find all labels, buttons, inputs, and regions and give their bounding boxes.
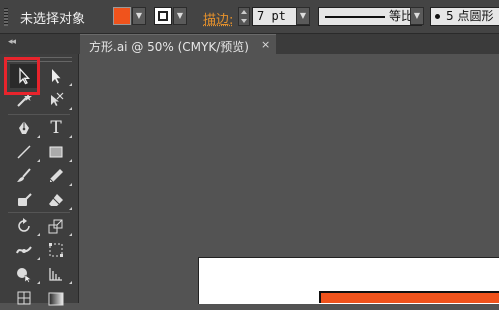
width-tool-button[interactable] — [10, 238, 40, 262]
profile-line-icon — [325, 16, 385, 18]
shape-builder-icon — [17, 268, 32, 283]
variable-width-profile-select[interactable]: 等比 — [318, 7, 422, 26]
brush-dot-icon — [435, 14, 440, 19]
magic-wand-icon — [17, 93, 32, 107]
stroke-weight-dropdown[interactable]: ▼ — [296, 7, 310, 25]
width-icon — [16, 246, 32, 254]
orange-rectangle-shape[interactable] — [319, 291, 499, 303]
tool-separator — [8, 212, 70, 213]
control-bar: 未选择对象 ▼ ▼ 描边: 7 pt ▼ 等比 ▼ 5 点圆形 — [0, 0, 499, 34]
direct-selection-tool-button[interactable] — [42, 64, 72, 88]
tools-panel-header[interactable] — [4, 57, 72, 62]
gradient-icon — [48, 292, 64, 306]
stroke-label-link[interactable]: 描边: — [203, 9, 233, 28]
eraser-tool-button[interactable] — [42, 188, 72, 212]
fill-color-swatch[interactable] — [113, 7, 131, 25]
rectangle-tool-button[interactable] — [42, 140, 72, 164]
pencil-tool-button[interactable] — [42, 164, 72, 188]
brush-label: 5 点圆形 — [446, 9, 494, 23]
stroke-dropdown-button[interactable]: ▼ — [173, 7, 187, 25]
document-tab-title: 方形.ai @ 50% (CMYK/预览) — [89, 40, 249, 54]
scale-tool-button[interactable] — [42, 214, 72, 238]
gradient-tool-button[interactable] — [42, 286, 70, 310]
collapse-panel-icon[interactable]: ◂◂ — [8, 37, 16, 47]
pencil-icon — [49, 169, 63, 183]
mesh-icon — [17, 291, 31, 305]
paintbrush-tool-button[interactable] — [10, 164, 38, 188]
line-segment-tool-button[interactable] — [10, 140, 40, 164]
stroke-weight-spinner[interactable] — [238, 7, 250, 26]
pen-nib-icon — [19, 121, 29, 134]
paintbrush-icon — [17, 168, 31, 182]
blob-brush-icon — [18, 193, 32, 206]
rotate-icon — [18, 218, 30, 232]
selection-tool-button[interactable] — [10, 64, 38, 88]
selection-arrow-icon — [19, 67, 30, 85]
direct-selection-arrow-icon — [52, 69, 61, 84]
line-segment-icon — [17, 145, 31, 159]
panel-grip[interactable] — [4, 8, 8, 26]
tool-separator — [8, 114, 70, 115]
lasso-icon — [51, 92, 64, 106]
pen-tool-button[interactable] — [10, 116, 40, 140]
magic-wand-tool-button[interactable] — [10, 88, 38, 112]
shape-builder-tool-button[interactable] — [10, 262, 40, 286]
perspective-grid-icon — [49, 268, 62, 281]
perspective-grid-tool-button[interactable] — [42, 262, 72, 286]
lasso-tool-button[interactable] — [42, 88, 72, 112]
profile-dropdown-button[interactable]: ▼ — [410, 7, 424, 25]
selection-status: 未选择对象 — [20, 12, 86, 27]
rectangle-icon — [49, 146, 63, 158]
document-tab[interactable]: 方形.ai @ 50% (CMYK/预览) × — [80, 34, 276, 56]
free-transform-tool-button[interactable] — [42, 238, 70, 262]
blob-brush-tool-button[interactable] — [10, 188, 38, 212]
fill-dropdown-button[interactable]: ▼ — [132, 7, 146, 25]
brush-definition-select[interactable]: 5 点圆形 — [430, 7, 499, 26]
free-transform-icon — [49, 243, 63, 257]
scale-icon — [48, 219, 63, 234]
type-t-icon: T — [50, 118, 62, 138]
eraser-icon — [49, 194, 63, 206]
rotate-tool-button[interactable] — [10, 214, 40, 238]
close-tab-icon[interactable]: × — [261, 38, 270, 51]
mesh-tool-button[interactable] — [10, 286, 38, 310]
stroke-color-swatch[interactable] — [154, 7, 172, 25]
type-tool-button[interactable]: T — [42, 116, 72, 140]
